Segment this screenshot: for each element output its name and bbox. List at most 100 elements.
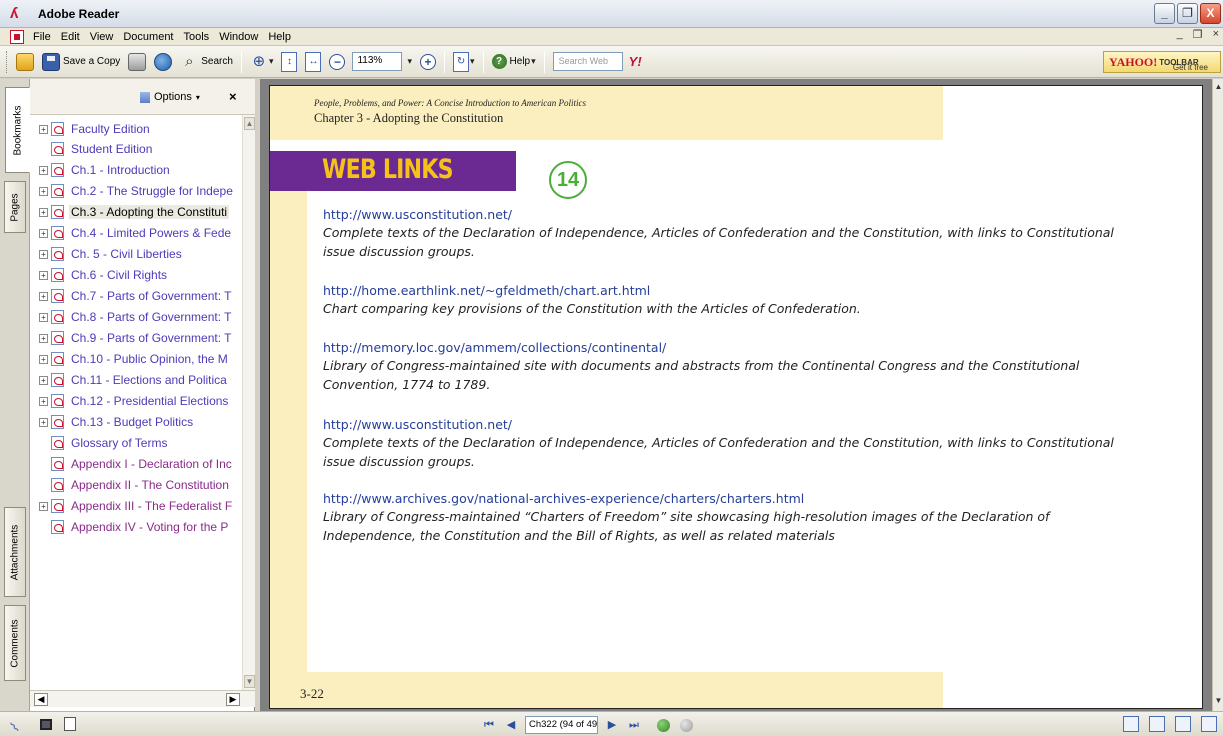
scroll-right-arrow-icon[interactable]: ▶ xyxy=(226,693,240,706)
monitor-icon[interactable] xyxy=(40,718,52,730)
next-view-icon[interactable] xyxy=(680,718,693,732)
close-button[interactable]: X xyxy=(1200,3,1221,24)
bookmark-item[interactable]: Student Edition xyxy=(30,139,242,159)
previous-view-icon[interactable] xyxy=(657,718,670,732)
bookmark-item[interactable]: + Ch.2 - The Struggle for Indepe xyxy=(30,181,242,201)
expand-icon[interactable]: + xyxy=(39,354,48,364)
expand-icon[interactable]: + xyxy=(39,417,48,427)
bookmark-item[interactable]: + Ch.9 - Parts of Government: T xyxy=(30,328,242,348)
scroll-down-arrow-icon[interactable]: ▼ xyxy=(244,675,255,688)
continuous-layout-icon[interactable] xyxy=(1149,716,1165,732)
facing-layout-icon[interactable] xyxy=(1175,716,1191,732)
maximize-button[interactable]: ❐ xyxy=(1177,3,1198,24)
link-url[interactable]: http://www.archives.gov/national-archive… xyxy=(323,491,1123,506)
link-url[interactable]: http://home.earthlink.net/~gfeldmeth/cha… xyxy=(323,283,1123,298)
help-button[interactable]: ? Help ▾ xyxy=(489,50,539,74)
expand-icon[interactable]: + xyxy=(39,270,48,280)
fit-width-button[interactable]: ↔ xyxy=(302,50,324,74)
link-url[interactable]: http://memory.loc.gov/ammem/collections/… xyxy=(323,340,1123,355)
scroll-up-arrow-icon[interactable]: ▲ xyxy=(244,117,255,130)
document-icon[interactable] xyxy=(10,29,24,44)
zoom-tool-button[interactable]: ⊕ ▾ xyxy=(247,50,277,74)
expand-icon[interactable]: + xyxy=(39,291,48,301)
bookmark-item[interactable]: + Appendix III - The Federalist F xyxy=(30,496,242,516)
expand-icon[interactable]: + xyxy=(39,165,48,175)
tab-bookmarks[interactable]: Bookmarks xyxy=(5,87,30,173)
tab-comments[interactable]: Comments xyxy=(4,605,26,681)
bookmark-item[interactable]: + Ch.1 - Introduction xyxy=(30,160,242,180)
doc-minimize-button[interactable]: _ xyxy=(1177,28,1183,41)
bookmarks-vertical-scrollbar[interactable]: ▲ ▼ xyxy=(242,115,255,690)
yahoo-search-button[interactable]: Y! xyxy=(629,54,642,69)
bookmark-item[interactable]: + Ch.13 - Budget Politics xyxy=(30,412,242,432)
bookmark-item[interactable]: + Ch. 5 - Civil Liberties xyxy=(30,244,242,264)
zoom-in-button[interactable]: + xyxy=(417,50,439,74)
menu-view[interactable]: View xyxy=(85,31,119,43)
bookmark-item[interactable]: Appendix I - Declaration of Inc xyxy=(30,454,242,474)
tab-pages[interactable]: Pages xyxy=(4,181,26,233)
paperclip-icon[interactable]: ⌇ xyxy=(7,713,30,736)
search-button[interactable]: ⌕ Search xyxy=(177,50,236,74)
minimize-button[interactable]: _ xyxy=(1154,3,1175,24)
print-button[interactable] xyxy=(125,50,149,74)
search-web-input[interactable]: Search Web xyxy=(552,52,623,71)
expand-icon[interactable]: + xyxy=(39,312,48,322)
close-panel-button[interactable]: × xyxy=(229,89,237,104)
next-page-icon[interactable]: ▶ xyxy=(604,717,620,733)
expand-icon[interactable]: + xyxy=(39,396,48,406)
doc-restore-button[interactable]: ❐ xyxy=(1193,28,1203,41)
scroll-up-arrow-icon[interactable]: ▲ xyxy=(1213,82,1223,94)
bookmark-item[interactable]: + Ch.8 - Parts of Government: T xyxy=(30,307,242,327)
open-button[interactable] xyxy=(13,50,37,74)
document-properties-icon[interactable] xyxy=(64,717,76,731)
rotate-view-button[interactable]: ↻ ▾ xyxy=(450,50,478,74)
expand-icon[interactable]: + xyxy=(39,186,48,196)
last-page-icon[interactable]: ⏭ xyxy=(626,717,642,733)
first-page-icon[interactable]: ⏮ xyxy=(481,717,497,733)
bookmarks-options-button[interactable]: Options ▾ xyxy=(140,91,200,103)
page-number-input[interactable]: Ch322 (94 of 493) xyxy=(525,716,598,734)
expand-icon[interactable]: + xyxy=(39,207,48,217)
link-url[interactable]: http://www.usconstitution.net/ xyxy=(323,207,1123,222)
bookmark-item[interactable]: + Ch.6 - Civil Rights xyxy=(30,265,242,285)
document-vertical-scrollbar[interactable]: ▲ ▼ xyxy=(1212,79,1223,711)
bookmark-item[interactable]: + Ch.10 - Public Opinion, the M xyxy=(30,349,242,369)
scroll-down-arrow-icon[interactable]: ▼ xyxy=(1213,696,1223,708)
expand-icon[interactable]: + xyxy=(39,228,48,238)
menu-document[interactable]: Document xyxy=(118,31,178,43)
menu-edit[interactable]: Edit xyxy=(56,31,85,43)
bookmark-item[interactable]: + Ch.7 - Parts of Government: T xyxy=(30,286,242,306)
menu-file[interactable]: File xyxy=(28,31,56,43)
expand-icon[interactable]: + xyxy=(39,124,48,134)
bookmark-item[interactable]: + Ch.12 - Presidential Elections xyxy=(30,391,242,411)
expand-icon[interactable]: + xyxy=(39,333,48,343)
bookmark-item[interactable]: + Ch.4 - Limited Powers & Fede xyxy=(30,223,242,243)
bookmark-item[interactable]: + Ch.11 - Elections and Politica xyxy=(30,370,242,390)
fit-page-button[interactable]: ↕ xyxy=(278,50,300,74)
bookmark-item[interactable]: Appendix II - The Constitution xyxy=(30,475,242,495)
bookmark-item[interactable]: Appendix IV - Voting for the P xyxy=(30,517,242,537)
link-url[interactable]: http://www.usconstitution.net/ xyxy=(323,417,1123,432)
tab-attachments[interactable]: Attachments xyxy=(4,507,26,597)
scroll-left-arrow-icon[interactable]: ◀ xyxy=(34,693,48,706)
expand-icon[interactable]: + xyxy=(39,375,48,385)
previous-page-icon[interactable]: ◀ xyxy=(503,717,519,733)
expand-icon[interactable]: + xyxy=(39,501,48,511)
menu-help[interactable]: Help xyxy=(263,31,296,43)
bookmarks-horizontal-scrollbar[interactable]: ◀ ▶ xyxy=(30,690,255,707)
single-page-layout-icon[interactable] xyxy=(1123,716,1139,732)
save-copy-button[interactable]: Save a Copy xyxy=(39,50,123,74)
menu-tools[interactable]: Tools xyxy=(179,31,215,43)
zoom-level-input[interactable]: 113% xyxy=(352,52,403,71)
continuous-facing-layout-icon[interactable] xyxy=(1201,716,1217,732)
bookmark-item[interactable]: + Faculty Edition xyxy=(30,119,242,139)
bookmark-item[interactable]: Glossary of Terms xyxy=(30,433,242,453)
doc-close-button[interactable]: × xyxy=(1213,28,1219,41)
email-button[interactable] xyxy=(151,50,175,74)
yahoo-toolbar-badge[interactable]: YAHOO! TOOLBAR Get it free xyxy=(1103,51,1221,73)
bookmark-item-selected[interactable]: + Ch.3 - Adopting the Constituti xyxy=(30,202,242,222)
menu-window[interactable]: Window xyxy=(214,31,263,43)
expand-icon[interactable]: + xyxy=(39,249,48,259)
zoom-out-button[interactable]: − xyxy=(326,50,348,74)
zoom-dropdown-button[interactable]: ▾ xyxy=(403,50,415,74)
